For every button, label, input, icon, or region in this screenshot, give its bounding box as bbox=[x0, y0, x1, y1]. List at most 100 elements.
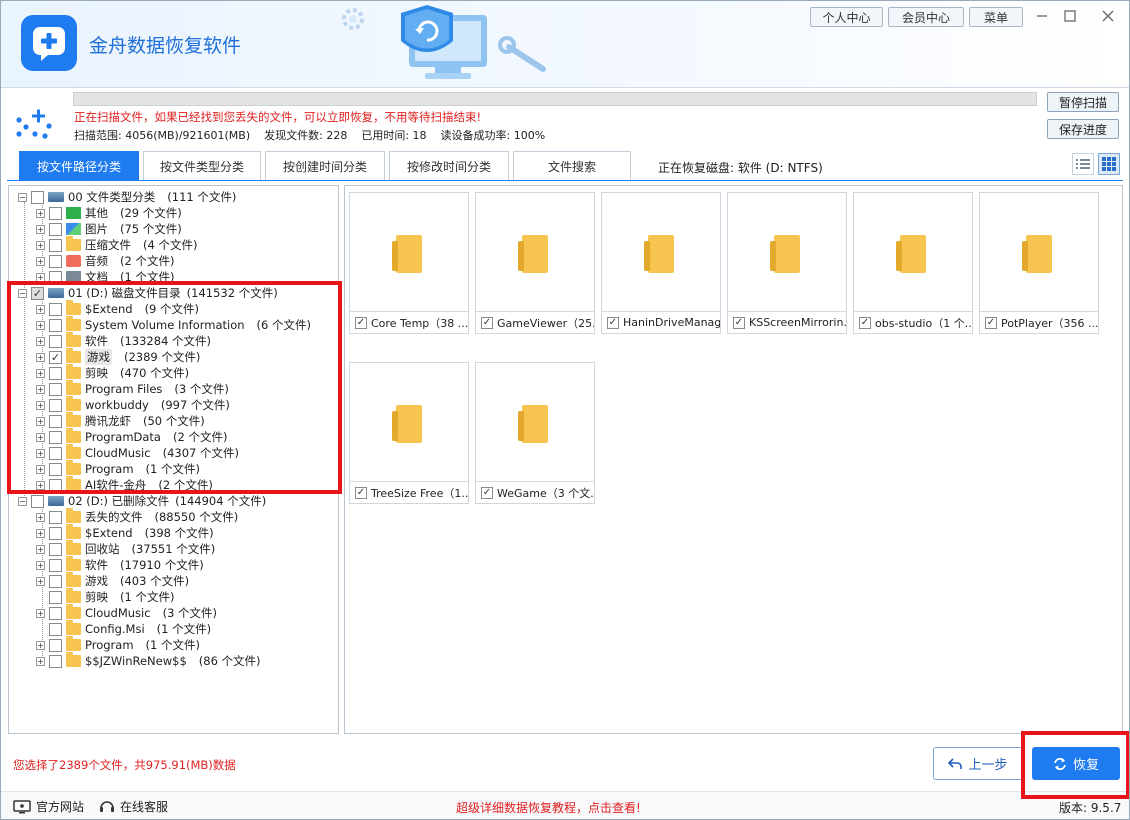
tab-by-created-time[interactable]: 按创建时间分类 bbox=[265, 151, 385, 181]
tutorial-link[interactable]: 超级详细数据恢复教程，点击查看! bbox=[456, 799, 641, 816]
expand-icon[interactable]: + bbox=[36, 240, 45, 250]
tree-item[interactable]: + $Extend (398 个文件) bbox=[36, 524, 214, 541]
restore-button[interactable]: 恢复 bbox=[1032, 747, 1120, 780]
tree-checkbox[interactable] bbox=[49, 206, 62, 220]
tree-item[interactable]: + 游戏 (403 个文件) bbox=[36, 572, 189, 589]
file-card[interactable]: ✓ KSScreenMirrorin... bbox=[727, 192, 847, 334]
tree-checkbox[interactable] bbox=[31, 190, 44, 204]
tree-checkbox[interactable] bbox=[49, 526, 62, 540]
online-support-link[interactable]: 在线客服 bbox=[99, 798, 168, 815]
tree-item[interactable]: + CloudMusic (3 个文件) bbox=[36, 604, 217, 621]
expand-icon[interactable]: + bbox=[36, 320, 45, 330]
expand-icon[interactable]: + bbox=[36, 528, 45, 538]
file-checkbox[interactable]: ✓ bbox=[985, 316, 997, 329]
tree-item[interactable]: + $$JZWinReNew$$ (86 个文件) bbox=[36, 652, 261, 669]
tree-root-file-types[interactable]: − 00 文件类型分类 (111 个文件) bbox=[18, 189, 236, 205]
tree-item[interactable]: + 腾讯龙虾 (50 个文件) bbox=[36, 412, 205, 429]
tree-checkbox[interactable] bbox=[49, 334, 62, 348]
collapse-icon[interactable]: − bbox=[18, 496, 27, 506]
tree-item[interactable]: Config.Msi (1 个文件) bbox=[36, 620, 211, 637]
tree-item[interactable]: + 图片 (75 个文件) bbox=[36, 221, 182, 237]
tree-checkbox[interactable] bbox=[49, 558, 62, 572]
tree-checkbox[interactable] bbox=[49, 398, 62, 412]
tree-checkbox[interactable] bbox=[49, 606, 62, 620]
file-card[interactable]: ✓ WeGame（3 个文... bbox=[475, 362, 595, 504]
expand-icon[interactable]: + bbox=[36, 544, 45, 554]
file-card[interactable]: ✓ obs-studio（1 个... bbox=[853, 192, 973, 334]
tree-item[interactable]: + workbuddy (997 个文件) bbox=[36, 396, 230, 413]
file-checkbox[interactable]: ✓ bbox=[607, 316, 619, 329]
tree-checkbox[interactable] bbox=[49, 270, 62, 284]
tree-checkbox[interactable] bbox=[49, 462, 62, 476]
expand-icon[interactable]: + bbox=[36, 608, 45, 618]
tree-checkbox[interactable] bbox=[49, 446, 62, 460]
tree-item-selected[interactable]: + ✓ 游戏 (2389 个文件) bbox=[36, 348, 200, 365]
expand-icon[interactable]: + bbox=[36, 448, 45, 458]
tree-checkbox[interactable] bbox=[49, 590, 62, 604]
member-center-button[interactable]: 会员中心 bbox=[888, 7, 964, 27]
expand-icon[interactable]: + bbox=[36, 368, 45, 378]
tree-item[interactable]: + 文档 (1 个文件) bbox=[36, 269, 174, 285]
tree-item[interactable]: + 剪映 (470 个文件) bbox=[36, 364, 189, 381]
tree-item[interactable]: + 压缩文件 (4 个文件) bbox=[36, 236, 197, 253]
tree-item[interactable]: + AI软件-金舟 (2 个文件) bbox=[36, 476, 213, 493]
tree-checkbox[interactable] bbox=[49, 302, 62, 316]
tree-root-deleted-files[interactable]: − 02 (D:) 已删除文件 (144904 个文件) bbox=[18, 493, 266, 509]
file-checkbox[interactable]: ✓ bbox=[733, 316, 745, 329]
close-icon[interactable] bbox=[1097, 7, 1119, 25]
tree-checkbox[interactable] bbox=[49, 638, 62, 652]
tree-checkbox[interactable] bbox=[49, 366, 62, 380]
collapse-icon[interactable]: − bbox=[18, 288, 27, 298]
tree-item[interactable]: + 其他 (29 个文件) bbox=[36, 205, 182, 221]
tab-by-modified-time[interactable]: 按修改时间分类 bbox=[389, 151, 509, 181]
maximize-icon[interactable] bbox=[1059, 7, 1081, 25]
tree-checkbox[interactable] bbox=[31, 494, 44, 508]
tree-item[interactable]: + 音频 (2 个文件) bbox=[36, 253, 174, 269]
expand-icon[interactable]: + bbox=[36, 304, 45, 314]
tree-checkbox[interactable] bbox=[49, 654, 62, 668]
expand-icon[interactable]: + bbox=[36, 464, 45, 474]
tree-checkbox[interactable] bbox=[49, 430, 62, 444]
tree-item[interactable]: + 回收站 (37551 个文件) bbox=[36, 540, 215, 557]
expand-icon[interactable]: + bbox=[36, 400, 45, 410]
tree-item[interactable]: 剪映 (1 个文件) bbox=[36, 588, 174, 605]
expand-icon[interactable]: + bbox=[36, 336, 45, 346]
tree-checkbox[interactable] bbox=[49, 414, 62, 428]
collapse-icon[interactable]: − bbox=[18, 192, 27, 202]
file-checkbox[interactable]: ✓ bbox=[481, 316, 493, 329]
tree-root-disk-directory[interactable]: − ✓ 01 (D:) 磁盘文件目录 (141532 个文件) bbox=[18, 285, 278, 301]
tree-checkbox-checked[interactable]: ✓ bbox=[49, 350, 62, 364]
minimize-icon[interactable] bbox=[1031, 7, 1053, 25]
expand-icon[interactable]: + bbox=[36, 416, 45, 426]
file-card[interactable]: ✓ Core Temp（38 ... bbox=[349, 192, 469, 334]
expand-icon[interactable]: + bbox=[36, 352, 45, 362]
tree-item[interactable]: + System Volume Information (6 个文件) bbox=[36, 316, 311, 333]
tree-checkbox[interactable] bbox=[49, 222, 62, 236]
tree-item[interactable]: + ProgramData (2 个文件) bbox=[36, 428, 227, 445]
tree-item[interactable]: + 软件 (17910 个文件) bbox=[36, 556, 204, 573]
expand-icon[interactable]: + bbox=[36, 224, 45, 234]
expand-icon[interactable]: + bbox=[36, 640, 45, 650]
grid-view-icon[interactable] bbox=[1098, 153, 1120, 175]
tab-file-search[interactable]: 文件搜索 bbox=[513, 151, 631, 181]
tab-by-type[interactable]: 按文件类型分类 bbox=[143, 151, 261, 181]
expand-icon[interactable]: + bbox=[36, 208, 45, 218]
file-card[interactable]: ✓ TreeSize Free（1... bbox=[349, 362, 469, 504]
tree-checkbox[interactable] bbox=[49, 254, 62, 268]
expand-icon[interactable]: + bbox=[36, 560, 45, 570]
tree-item[interactable]: + Program (1 个文件) bbox=[36, 636, 200, 653]
pause-scan-button[interactable]: 暂停扫描 bbox=[1047, 92, 1119, 112]
tree-checkbox[interactable]: ✓ bbox=[31, 286, 44, 300]
expand-icon[interactable]: + bbox=[36, 512, 45, 522]
expand-icon[interactable]: + bbox=[36, 432, 45, 442]
tree-checkbox[interactable] bbox=[49, 318, 62, 332]
expand-icon[interactable]: + bbox=[36, 256, 45, 266]
expand-icon[interactable]: + bbox=[36, 272, 45, 282]
list-view-icon[interactable] bbox=[1072, 153, 1094, 175]
tree-checkbox[interactable] bbox=[49, 574, 62, 588]
tree-checkbox[interactable] bbox=[49, 382, 62, 396]
file-checkbox[interactable]: ✓ bbox=[481, 486, 493, 499]
official-website-link[interactable]: 官方网站 bbox=[13, 798, 84, 815]
tree-item[interactable]: + 软件 (133284 个文件) bbox=[36, 332, 211, 349]
tree-checkbox[interactable] bbox=[49, 510, 62, 524]
